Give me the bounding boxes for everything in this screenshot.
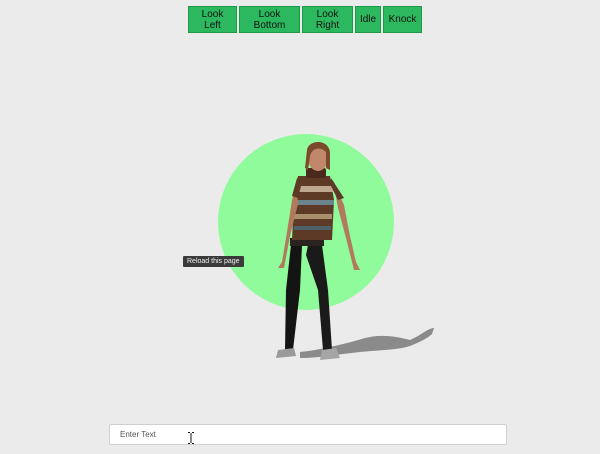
text-cursor-icon <box>188 432 194 444</box>
enter-text-input[interactable] <box>109 424 507 445</box>
app-stage: Look Left Look Bottom Look Right Idle Kn… <box>0 0 600 454</box>
character-shadow <box>300 328 434 358</box>
reload-tooltip: Reload this page <box>183 256 244 267</box>
3d-scene-canvas[interactable] <box>0 0 600 454</box>
